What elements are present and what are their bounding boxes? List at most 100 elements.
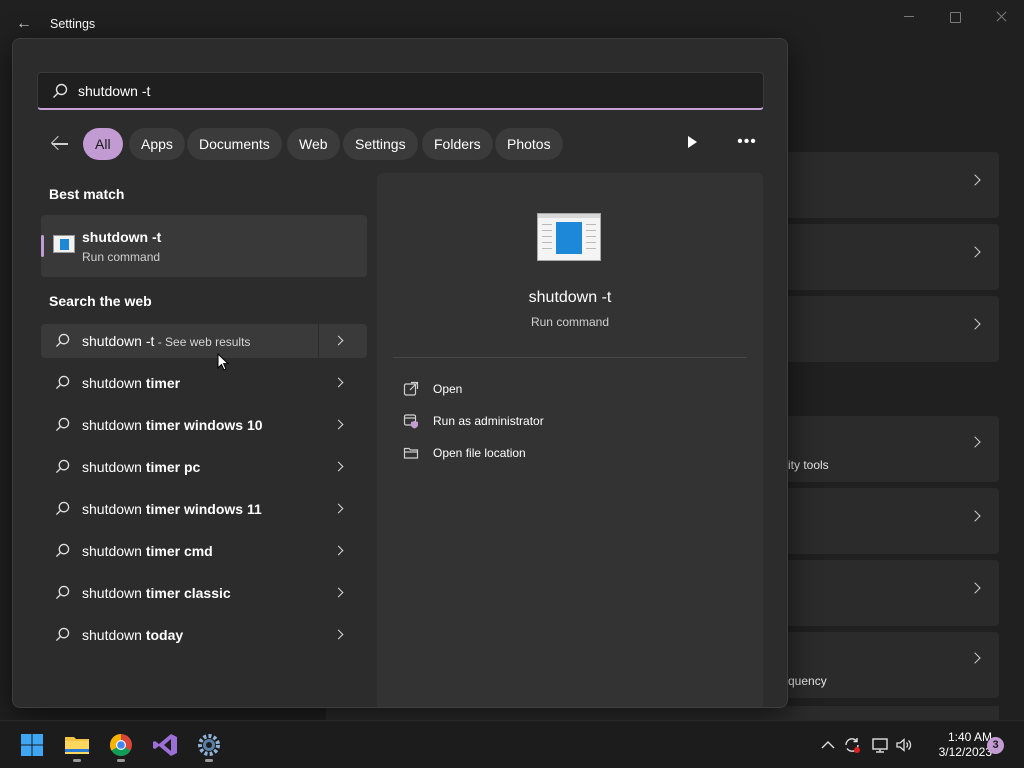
search-icon xyxy=(55,375,70,390)
chevron-right-icon xyxy=(969,174,981,186)
action-run-as-administrator[interactable]: Run as administrator xyxy=(403,411,733,431)
settings-card[interactable]: ity tools xyxy=(780,416,999,482)
file-explorer-button[interactable] xyxy=(59,727,95,763)
settings-card[interactable] xyxy=(780,296,999,362)
web-suggestion-row[interactable]: shutdown timer cmd xyxy=(41,534,367,568)
settings-card[interactable] xyxy=(780,224,999,290)
chevron-right-icon[interactable] xyxy=(333,335,344,346)
settings-app-button[interactable] xyxy=(191,727,227,763)
open-external-icon xyxy=(403,381,419,396)
back-arrow-icon[interactable]: ← xyxy=(14,14,34,34)
filter-bar: All Apps Documents Web Settings Folders … xyxy=(43,128,763,160)
search-icon xyxy=(55,543,70,558)
search-icon xyxy=(55,585,70,600)
row-divider xyxy=(318,324,319,358)
taskbar: 1:40 AM 3/12/2023 3 xyxy=(0,720,1024,768)
chevron-right-icon[interactable] xyxy=(333,419,344,430)
chevron-right-icon[interactable] xyxy=(333,377,344,388)
gear-icon xyxy=(198,734,220,756)
filter-photos[interactable]: Photos xyxy=(495,128,563,160)
search-icon xyxy=(55,501,70,516)
chevron-up-icon[interactable] xyxy=(818,735,838,755)
action-open[interactable]: Open xyxy=(403,379,733,399)
chevron-right-icon xyxy=(969,318,981,330)
sync-icon[interactable] xyxy=(842,735,862,755)
back-arrow-icon[interactable] xyxy=(49,132,73,156)
windows-logo-icon xyxy=(21,734,43,756)
chevron-right-icon[interactable] xyxy=(333,629,344,640)
search-icon xyxy=(55,333,70,348)
folder-icon xyxy=(65,737,89,754)
chevron-right-icon xyxy=(969,246,981,258)
filter-documents[interactable]: Documents xyxy=(187,128,282,160)
clock-date: 3/12/2023 xyxy=(938,745,992,759)
running-indicator xyxy=(117,759,125,762)
chevron-right-icon[interactable] xyxy=(333,503,344,514)
chevron-right-icon[interactable] xyxy=(333,587,344,598)
search-icon xyxy=(53,83,68,98)
filter-folders[interactable]: Folders xyxy=(422,128,493,160)
search-icon xyxy=(55,417,70,432)
search-web-heading: Search the web xyxy=(49,293,152,309)
chevron-right-icon xyxy=(969,436,981,448)
more-options-icon[interactable]: ••• xyxy=(735,134,759,152)
web-suggestion-row[interactable]: shutdown today xyxy=(41,618,367,652)
network-icon[interactable] xyxy=(870,735,890,755)
volume-icon[interactable] xyxy=(894,735,914,755)
chevron-right-icon[interactable] xyxy=(333,461,344,472)
web-query: shutdown -t xyxy=(82,333,155,349)
search-box[interactable] xyxy=(37,72,764,110)
web-query-suffix: - See web results xyxy=(154,335,251,349)
preview-subtitle: Run command xyxy=(530,315,610,329)
settings-card[interactable] xyxy=(780,560,999,626)
search-input[interactable] xyxy=(78,79,738,103)
best-match-title: shutdown -t xyxy=(82,229,162,245)
preview-title: shutdown -t xyxy=(528,289,612,306)
web-suggestion-row[interactable]: shutdown timer windows 10 xyxy=(41,408,367,442)
search-icon xyxy=(55,459,70,474)
web-suggestion-row[interactable]: shutdown timer xyxy=(41,366,367,400)
start-button[interactable] xyxy=(14,727,50,763)
search-icon xyxy=(55,627,70,642)
web-result-row[interactable]: shutdown -t - See web results xyxy=(41,324,367,358)
settings-card[interactable] xyxy=(780,488,999,554)
chevron-right-icon xyxy=(969,582,981,594)
running-indicator xyxy=(205,759,213,762)
run-command-large-icon xyxy=(537,213,601,261)
web-suggestion-row[interactable]: shutdown timer classic xyxy=(41,576,367,610)
play-icon[interactable] xyxy=(688,136,697,148)
run-command-icon xyxy=(53,235,75,253)
chevron-right-icon[interactable] xyxy=(333,545,344,556)
best-match-subtitle: Run command xyxy=(82,250,161,264)
search-flyout: All Apps Documents Web Settings Folders … xyxy=(12,38,788,708)
settings-card[interactable]: quency xyxy=(780,632,999,698)
action-open-file-location[interactable]: Open file location xyxy=(403,443,733,463)
selection-accent xyxy=(41,235,44,257)
chevron-right-icon xyxy=(969,652,981,664)
web-suggestion-row[interactable]: shutdown timer pc xyxy=(41,450,367,484)
clock-time: 1:40 AM xyxy=(947,730,992,744)
filter-web[interactable]: Web xyxy=(287,128,340,160)
running-indicator xyxy=(73,759,81,762)
visual-studio-icon xyxy=(153,734,177,756)
preview-pane: shutdown -t Run command Open Run as admi… xyxy=(377,173,763,707)
preview-divider xyxy=(393,357,747,358)
close-button[interactable] xyxy=(991,8,1011,26)
visual-studio-button[interactable] xyxy=(147,727,183,763)
settings-card[interactable] xyxy=(780,152,999,218)
maximize-button[interactable] xyxy=(945,8,965,26)
best-match-item[interactable]: shutdown -t Run command xyxy=(41,215,367,277)
minimize-button[interactable] xyxy=(899,8,919,26)
chrome-icon xyxy=(110,734,132,756)
window-title: Settings xyxy=(50,17,96,31)
notification-badge[interactable]: 3 xyxy=(987,737,1004,754)
filter-settings[interactable]: Settings xyxy=(343,128,418,160)
mouse-cursor-icon xyxy=(217,353,229,371)
filter-all[interactable]: All xyxy=(83,128,123,160)
web-suggestion-row[interactable]: shutdown timer windows 11 xyxy=(41,492,367,526)
chevron-right-icon xyxy=(969,510,981,522)
chrome-button[interactable] xyxy=(103,727,139,763)
best-match-heading: Best match xyxy=(49,186,125,202)
system-clock[interactable]: 1:40 AM 3/12/2023 xyxy=(912,730,992,760)
filter-apps[interactable]: Apps xyxy=(129,128,185,160)
